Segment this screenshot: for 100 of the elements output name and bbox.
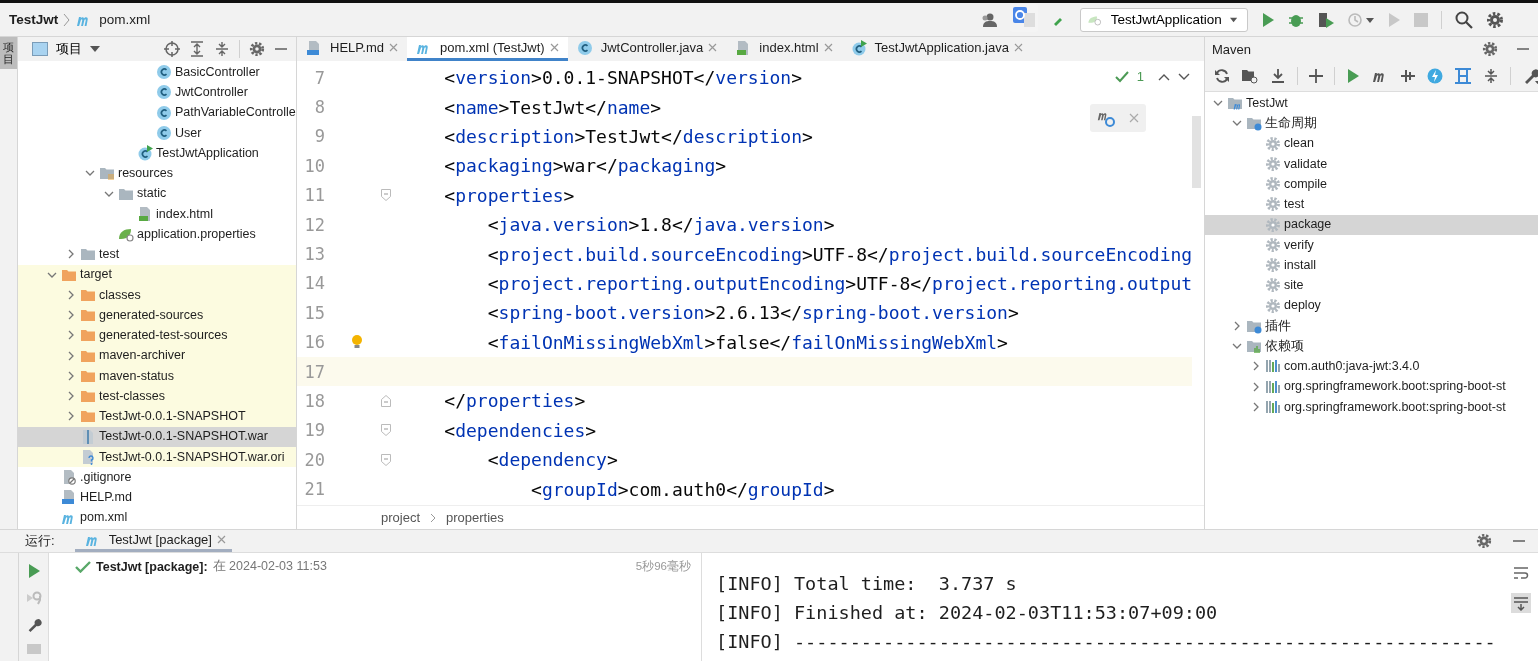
settings-icon[interactable] (249, 41, 265, 57)
folder-icon (80, 307, 96, 324)
run-icon[interactable] (1346, 68, 1360, 84)
tree-item[interactable]: User (18, 122, 296, 143)
tree-item[interactable]: generated-sources (18, 305, 296, 326)
breadcrumb-item[interactable]: TestJwt (9, 12, 59, 27)
tree-item[interactable]: 依赖项 (1205, 336, 1538, 357)
tree-item[interactable]: BasicController (18, 62, 296, 83)
close-icon[interactable] (823, 43, 833, 52)
console-line: [INFO] --------------------------------------------------------------- (716, 630, 1497, 654)
bulb-icon[interactable] (351, 334, 363, 351)
collapse-all-icon[interactable] (1483, 68, 1499, 84)
tree-item[interactable]: TestJwt-0.0.1-SNAPSHOT.war.ori (18, 446, 296, 467)
search-icon[interactable] (1455, 10, 1473, 29)
tree-item[interactable]: 生命周期 (1205, 113, 1538, 134)
view-dropdown[interactable]: 项目 (32, 40, 100, 58)
close-icon[interactable] (216, 535, 226, 544)
fold-marker-icon[interactable] (381, 189, 391, 202)
close-icon[interactable] (708, 43, 718, 52)
editor-tab[interactable]: TestJwtApplication.java (841, 37, 1032, 61)
tree-item[interactable]: application.properties (18, 224, 296, 245)
skip-tests-icon[interactable] (1427, 68, 1443, 84)
dependency-tree-icon[interactable] (1454, 68, 1472, 84)
tree-item[interactable]: HELP.md (18, 487, 296, 508)
tree-item[interactable]: com.auth0:java-jwt:3.4.0 (1205, 356, 1538, 377)
class-icon (137, 145, 153, 162)
refresh-icon[interactable] (1214, 68, 1230, 84)
project-tool-tab[interactable]: 项目 (0, 37, 17, 70)
tree-item[interactable]: deploy (1205, 295, 1538, 316)
tree-item[interactable]: JwtController (18, 82, 296, 103)
breadcrumb-item[interactable]: properties (446, 510, 504, 525)
tree-item[interactable]: org.springframework.boot:spring-boot-st (1205, 396, 1538, 417)
profiler-icon[interactable] (1348, 11, 1374, 28)
tree-item[interactable]: test (18, 244, 296, 265)
breadcrumb-item[interactable]: project (381, 510, 421, 525)
maven-reload-popup[interactable] (1090, 104, 1146, 132)
locate-icon[interactable] (164, 41, 180, 57)
tree-item[interactable]: site (1205, 275, 1538, 296)
tree-item[interactable]: validate (1205, 153, 1538, 174)
run-tab[interactable]: TestJwt [package] (74, 530, 232, 552)
tree-item[interactable]: install (1205, 255, 1538, 276)
tree-item[interactable]: .gitignore (18, 467, 296, 488)
tree-item[interactable]: package (1205, 214, 1538, 235)
tree-item[interactable]: classes (18, 284, 296, 305)
task-name[interactable]: TestJwt [package]: (96, 559, 208, 574)
fold-marker-icon[interactable] (381, 395, 391, 407)
fold-marker-icon[interactable] (381, 424, 391, 437)
tree-item[interactable]: TestJwt (1205, 93, 1538, 114)
tree-item[interactable]: static (18, 183, 296, 204)
tree-item[interactable]: test (1205, 194, 1538, 215)
chevron-icon (63, 12, 72, 27)
run-icon[interactable] (1261, 11, 1275, 28)
task-time: 在 2024-02-03 11:53 (212, 558, 327, 575)
toggle-offline-icon[interactable] (1400, 68, 1416, 84)
tree-item[interactable]: org.springframework.boot:spring-boot-st (1205, 376, 1538, 397)
editor-tab[interactable]: pom.xml (TestJwt) (406, 37, 568, 61)
tree-item[interactable]: compile (1205, 174, 1538, 195)
settings-icon[interactable] (1486, 10, 1504, 29)
folder-icon[interactable] (1241, 68, 1259, 84)
tree-item[interactable]: TestJwt-0.0.1-SNAPSHOT (18, 406, 296, 427)
tree-item[interactable]: target (18, 264, 296, 285)
tree-item[interactable]: maven-archiver (18, 345, 296, 366)
task-duration: 5秒96毫秒 (635, 559, 691, 574)
plus-icon[interactable] (1309, 69, 1323, 83)
inspection-widget[interactable]: 1 (1114, 69, 1190, 84)
tree-item[interactable]: index.html (18, 203, 296, 224)
close-icon[interactable] (1013, 43, 1023, 52)
collapse-all-icon[interactable] (214, 41, 230, 57)
editor-tab[interactable]: HELP.md (297, 37, 407, 61)
tree-item[interactable]: maven-status (18, 365, 296, 386)
maven-project-icon (1227, 95, 1243, 112)
scrollbar-thumb[interactable] (1192, 116, 1202, 188)
tree-item[interactable]: TestJwtApplication (18, 143, 296, 164)
tree-item[interactable]: generated-test-sources (18, 325, 296, 346)
download-icon[interactable] (1270, 68, 1286, 84)
settings-icon[interactable] (1482, 41, 1498, 57)
close-icon[interactable] (388, 43, 398, 52)
soft-wrap-icon[interactable] (1513, 565, 1529, 581)
folder-icon (80, 327, 96, 344)
scroll-to-end-icon[interactable] (1511, 593, 1531, 613)
tree-item[interactable]: resources (18, 163, 296, 184)
close-icon[interactable] (549, 43, 559, 52)
tree-item[interactable]: verify (1205, 234, 1538, 255)
code-line: <dependencies> (443, 419, 597, 441)
tree-item[interactable]: test-classes (18, 386, 296, 407)
editor-tab[interactable]: JwtController.java (567, 37, 727, 61)
coverage-icon[interactable] (1317, 11, 1335, 28)
tree-item[interactable]: PathVariableControlle (18, 102, 296, 123)
tree-item[interactable]: clean (1205, 133, 1538, 154)
run-icon[interactable] (26, 563, 41, 579)
tree-item[interactable]: pom.xml (18, 507, 296, 528)
settings-icon[interactable] (1476, 533, 1492, 549)
breadcrumb-item[interactable]: pom.xml (76, 11, 151, 28)
run-configuration-dropdown[interactable]: TestJwtApplication (1080, 7, 1248, 32)
tree-item[interactable]: TestJwt-0.0.1-SNAPSHOT.war (18, 426, 296, 447)
folder-icon (99, 165, 115, 182)
expand-all-icon[interactable] (189, 41, 205, 57)
editor-tab[interactable]: index.html (726, 37, 842, 61)
tree-item[interactable]: 插件 (1205, 315, 1538, 336)
fold-marker-icon[interactable] (381, 453, 391, 466)
